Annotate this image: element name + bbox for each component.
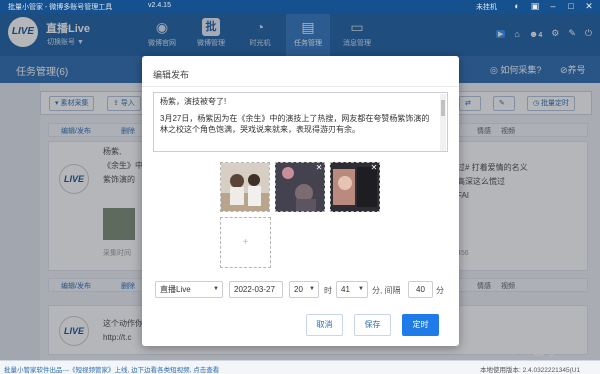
- close-icon[interactable]: ✕: [584, 1, 594, 11]
- app-title: 批量小管家 - 微博多账号管理工具: [8, 4, 113, 11]
- dialog-title: 编辑发布: [153, 70, 190, 80]
- minimize-icon[interactable]: –: [548, 1, 558, 11]
- interval-unit-label: 分: [436, 286, 444, 295]
- hour-select[interactable]: 20 ▼: [289, 281, 319, 298]
- image-slot-2[interactable]: ✕: [275, 162, 325, 212]
- save-button[interactable]: 保存: [354, 314, 391, 336]
- local-version: 本地使用版本: 2.4.0322221345(U1: [480, 367, 581, 374]
- delete-image-icon-2[interactable]: ✕: [370, 164, 378, 172]
- cancel-button[interactable]: 取消: [306, 314, 343, 336]
- delete-image-icon[interactable]: ✕: [315, 164, 323, 172]
- account-select[interactable]: 直播Live ▼: [155, 281, 223, 298]
- post-image-1: [221, 163, 269, 211]
- skin-icon[interactable]: ▣: [530, 1, 540, 11]
- content-paragraph-1: 杨紫，演技被夸了!: [160, 97, 227, 106]
- chevron-down-icon: ▼: [358, 286, 364, 292]
- maximize-icon[interactable]: □: [566, 1, 576, 11]
- post-content-editor[interactable]: 杨紫，演技被夸了! 3月27日，杨紫因为在《余生》中的演技上了热搜，网友都在夸赞…: [153, 92, 448, 152]
- hour-label: 时: [324, 286, 332, 295]
- hang-status: 未挂机: [476, 4, 497, 11]
- title-bar: 批量小管家 - 微博多账号管理工具 v2.4.15 未挂机 ◐ ▣ – □ ✕: [0, 0, 600, 14]
- image-slot-1[interactable]: [220, 162, 270, 212]
- interval-input[interactable]: 40: [408, 281, 433, 298]
- edit-publish-dialog: 编辑发布 杨紫，演技被夸了! 3月27日，杨紫因为在《余生》中的演技上了热搜，网…: [142, 56, 459, 346]
- editor-scrollbar[interactable]: [440, 94, 446, 151]
- chevron-down-icon: ▼: [309, 286, 315, 292]
- content-paragraph-2: 3月27日，杨紫因为在《余生》中的演技上了热搜，网友都在夸赞杨紫饰演的林之校这个…: [160, 114, 430, 134]
- toggle-icon[interactable]: ◐: [512, 1, 522, 11]
- promo-link[interactable]: 批量小管家软件出品---《短视频管家》上线, 边下边看各类短视频, 点击查看: [4, 364, 219, 374]
- dialog-divider: [142, 86, 459, 87]
- schedule-button[interactable]: 定时: [402, 314, 439, 336]
- add-image-button[interactable]: +: [220, 217, 271, 268]
- status-bar: 批量小管家软件出品---《短视频管家》上线, 边下边看各类短视频, 点击查看 本…: [0, 360, 600, 374]
- app-version: v2.4.15: [148, 2, 171, 9]
- image-slot-3[interactable]: ✕: [330, 162, 380, 212]
- minute-interval-label: 分, 间隔: [372, 286, 401, 295]
- chevron-down-icon: ▼: [213, 286, 219, 292]
- date-input[interactable]: 2022-03-27: [229, 281, 283, 298]
- minute-select[interactable]: 41 ▼: [336, 281, 368, 298]
